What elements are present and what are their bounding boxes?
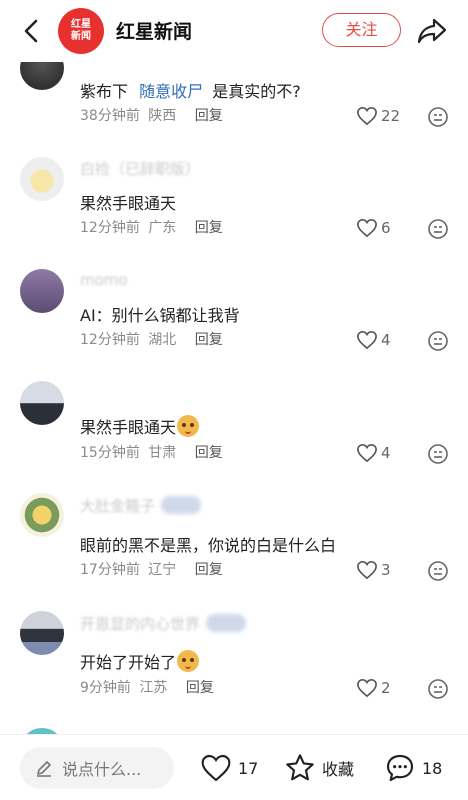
comment-time: 12分钟前 [80, 332, 140, 348]
share-icon[interactable] [416, 16, 448, 46]
reply-button[interactable]: 回复 [186, 680, 214, 696]
comment-meta: 15分钟前 甘肃 回复 [80, 442, 223, 462]
comment-time: 15分钟前 [80, 445, 140, 461]
comment-username-wrap[interactable]: 大肚金箍子 [80, 495, 202, 516]
reply-button[interactable]: 回复 [195, 562, 223, 578]
comment-text: 紫布下 [80, 82, 129, 101]
heart-icon [357, 218, 377, 238]
comment-region: 辽宁 [148, 562, 177, 578]
comment-meta: 17分钟前 辽宁 回复 [80, 559, 223, 579]
comment-list[interactable]: 紫布下 随意收尸 是真实的不? 38分钟前 陕西 回复 22 白捡（已辞职版） … [0, 0, 468, 740]
logo-text: 红星新闻 [71, 19, 91, 42]
top-bar: 红星新闻 红星新闻 关注 [0, 0, 468, 62]
heart-icon [201, 754, 231, 782]
more-icon[interactable] [427, 678, 449, 700]
reply-button[interactable]: 回复 [195, 108, 223, 124]
comment-meta: 12分钟前 湖北 回复 [80, 329, 223, 349]
like-button[interactable]: 6 [356, 216, 406, 240]
like-count: 6 [381, 219, 391, 237]
more-icon[interactable] [427, 560, 449, 582]
comment-content: 眼前的黑不是黑，你说的白是什么白 [80, 536, 337, 555]
like-button[interactable]: 2 [356, 676, 406, 700]
comment-username[interactable]: momo [80, 271, 128, 289]
heart-icon [357, 330, 377, 350]
comment-time: 9分钟前 [80, 680, 131, 696]
avatar[interactable] [20, 493, 64, 537]
more-icon[interactable] [427, 330, 449, 352]
collect-button[interactable]: 收藏 [284, 751, 354, 785]
more-icon[interactable] [427, 443, 449, 465]
like-count: 17 [238, 758, 259, 778]
more-icon[interactable] [427, 218, 449, 240]
heart-icon [357, 443, 377, 463]
follow-button[interactable]: 关注 [322, 13, 401, 47]
avatar[interactable] [20, 269, 64, 313]
comment-content: 果然手眼通天 [80, 414, 200, 438]
comment-text-suffix: 是真实的不? [212, 82, 301, 101]
comment-username[interactable]: 白捡（已辞职版） [80, 158, 200, 179]
like-button[interactable]: 22 [356, 104, 406, 128]
comment-meta: 9分钟前 江苏 回复 [80, 677, 214, 697]
heart-icon [357, 106, 377, 126]
avatar[interactable] [20, 157, 64, 201]
reply-button[interactable]: 回复 [195, 332, 223, 348]
comment-text: 果然手眼通天 [80, 418, 177, 437]
star-icon [286, 754, 314, 781]
comment-region: 甘肃 [148, 445, 177, 461]
comment-content: AI：别什么锅都让我背 [80, 306, 240, 325]
comments-button[interactable]: 18 [384, 751, 442, 785]
like-count: 22 [381, 107, 401, 125]
like-count: 3 [381, 561, 391, 579]
comment-input-placeholder: 说点什么... [62, 760, 142, 779]
comment-input[interactable]: 说点什么... [20, 747, 174, 789]
like-count: 4 [381, 444, 391, 462]
more-icon[interactable] [427, 106, 449, 128]
comment-content: 果然手眼通天 [80, 194, 177, 213]
comment-bubble-icon [386, 754, 414, 782]
comment-text: 开始了开始了 [80, 653, 177, 672]
comment-count: 18 [422, 758, 443, 778]
comment-meta: 38分钟前 陕西 回复 [80, 105, 223, 125]
chevron-left-icon[interactable] [18, 16, 46, 46]
user-badge-icon [161, 496, 202, 514]
comment-time: 12分钟前 [80, 220, 140, 236]
app-logo[interactable]: 红星新闻 [58, 8, 104, 54]
like-count: 2 [381, 679, 391, 697]
comment-region: 广东 [148, 220, 177, 236]
like-article-button[interactable]: 17 [200, 751, 258, 785]
emoji-icon [177, 650, 200, 672]
like-button[interactable]: 4 [356, 441, 406, 465]
emoji-icon [177, 415, 200, 437]
like-button[interactable]: 3 [356, 558, 406, 582]
pencil-icon [37, 761, 51, 777]
comment-time: 38分钟前 [80, 108, 140, 124]
comment-username-wrap[interactable]: 开恩显的内心世界 [80, 613, 247, 634]
reply-button[interactable]: 回复 [195, 445, 223, 461]
comment-meta: 12分钟前 广东 回复 [80, 217, 223, 237]
bottom-action-bar: 说点什么... 17 收藏 18 [0, 734, 468, 800]
collect-label: 收藏 [322, 760, 355, 779]
user-badge-icon [206, 614, 247, 632]
comment-time: 17分钟前 [80, 562, 140, 578]
like-button[interactable]: 4 [356, 328, 406, 352]
avatar[interactable] [20, 381, 64, 425]
app-title[interactable]: 红星新闻 [116, 17, 192, 44]
comment-content: 开始了开始了 [80, 649, 200, 673]
comment-username[interactable]: 大肚金箍子 [80, 497, 155, 515]
comment-region: 陕西 [148, 108, 177, 124]
heart-icon [357, 560, 377, 580]
reply-button[interactable]: 回复 [195, 220, 223, 236]
comment-region: 湖北 [148, 332, 177, 348]
heart-icon [357, 678, 377, 698]
comment-region: 江苏 [139, 680, 168, 696]
comment-link[interactable]: 随意收尸 [139, 82, 203, 101]
comment-username[interactable]: 开恩显的内心世界 [80, 615, 200, 633]
like-count: 4 [381, 331, 391, 349]
avatar[interactable] [20, 611, 64, 655]
comment-content: 紫布下 随意收尸 是真实的不? [80, 78, 301, 102]
